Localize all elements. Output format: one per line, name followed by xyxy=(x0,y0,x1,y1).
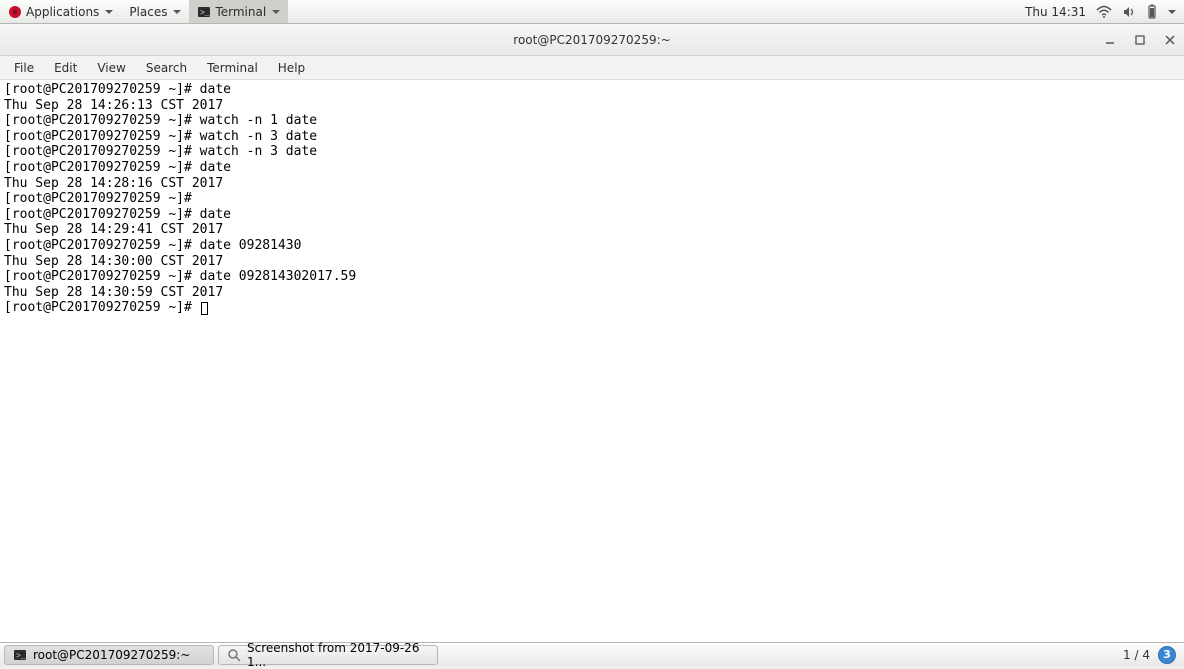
caret-down-icon xyxy=(105,10,113,14)
top-panel-right: Thu 14:31 xyxy=(1025,0,1184,23)
taskbar-item-label: root@PC201709270259:~ xyxy=(33,648,190,662)
menu-search[interactable]: Search xyxy=(136,58,197,78)
menu-help[interactable]: Help xyxy=(268,58,315,78)
workspace-indicator[interactable]: 1 / 4 xyxy=(1123,648,1150,662)
menu-view[interactable]: View xyxy=(87,58,135,78)
applications-menu[interactable]: Applications xyxy=(0,0,121,23)
terminal-window: root@PC201709270259:~ File Edit View Sea… xyxy=(0,24,1184,642)
workspace-badge[interactable]: 3 xyxy=(1158,646,1176,664)
caret-down-icon xyxy=(173,10,181,14)
top-panel: Applications Places >_ Terminal Thu 14:3… xyxy=(0,0,1184,24)
close-button[interactable] xyxy=(1162,32,1178,48)
terminal-output[interactable]: [root@PC201709270259 ~]# date Thu Sep 28… xyxy=(0,80,1184,642)
app-menu-terminal[interactable]: >_ Terminal xyxy=(189,0,288,23)
menubar: File Edit View Search Terminal Help xyxy=(0,56,1184,80)
places-menu[interactable]: Places xyxy=(121,0,189,23)
terminal-cursor xyxy=(201,302,208,315)
caret-down-icon[interactable] xyxy=(1168,10,1176,14)
svg-text:>_: >_ xyxy=(200,9,210,18)
window-titlebar[interactable]: root@PC201709270259:~ xyxy=(0,24,1184,56)
terminal-app-icon: >_ xyxy=(197,5,211,19)
window-title: root@PC201709270259:~ xyxy=(513,33,670,47)
magnifier-icon xyxy=(227,648,241,662)
maximize-button[interactable] xyxy=(1132,32,1148,48)
menu-terminal[interactable]: Terminal xyxy=(197,58,268,78)
taskbar-item-terminal[interactable]: >_ root@PC201709270259:~ xyxy=(4,645,214,665)
taskbar-item-label: Screenshot from 2017-09-26 1... xyxy=(247,641,429,669)
app-menu-label: Terminal xyxy=(215,5,266,19)
places-label: Places xyxy=(129,5,167,19)
battery-icon[interactable] xyxy=(1146,4,1158,20)
taskbar-item-image-viewer[interactable]: Screenshot from 2017-09-26 1... xyxy=(218,645,438,665)
window-controls xyxy=(1102,24,1178,55)
distro-logo-icon xyxy=(8,5,22,19)
applications-label: Applications xyxy=(26,5,99,19)
network-wifi-icon[interactable] xyxy=(1096,5,1112,19)
top-panel-left: Applications Places >_ Terminal xyxy=(0,0,288,23)
minimize-button[interactable] xyxy=(1102,32,1118,48)
caret-down-icon xyxy=(272,10,280,14)
bottom-panel-right: 1 / 4 3 xyxy=(1123,646,1180,664)
svg-text:>_: >_ xyxy=(16,652,26,661)
menu-file[interactable]: File xyxy=(4,58,44,78)
menu-edit[interactable]: Edit xyxy=(44,58,87,78)
clock[interactable]: Thu 14:31 xyxy=(1025,5,1086,19)
bottom-panel: >_ root@PC201709270259:~ Screenshot from… xyxy=(0,642,1184,666)
volume-icon[interactable] xyxy=(1122,5,1136,19)
terminal-icon: >_ xyxy=(13,648,27,662)
